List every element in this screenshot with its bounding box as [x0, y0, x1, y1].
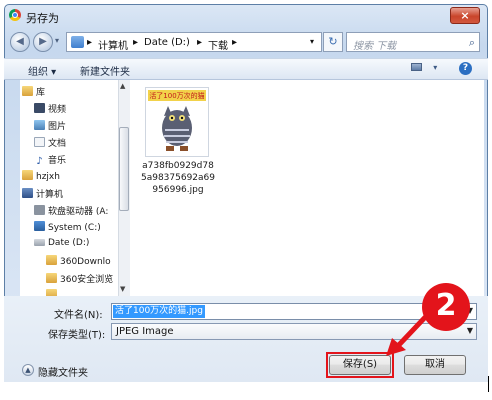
- tree-item-partial[interactable]: [46, 289, 60, 296]
- user-folder-icon: [22, 170, 33, 180]
- tree-item-computer[interactable]: 计算机: [22, 187, 63, 200]
- chrome-app-icon: [9, 9, 21, 21]
- navigation-pane[interactable]: 库 视频 图片 文档 ♪ 音乐 hzjxh 计算机 软盘驱动器 (A: Syste…: [20, 80, 130, 296]
- scroll-down-icon[interactable]: ▼: [120, 285, 125, 293]
- nav-scrollbar-thumb[interactable]: [119, 127, 129, 211]
- forward-button[interactable]: ▶: [33, 32, 53, 52]
- recent-pages-dropdown-icon[interactable]: ▾: [55, 36, 59, 45]
- library-icon: [22, 86, 33, 96]
- computer-icon: [22, 188, 33, 198]
- tree-item-videos[interactable]: 视频: [34, 102, 66, 115]
- back-button[interactable]: ◀: [10, 32, 30, 52]
- window-title: 另存为: [26, 12, 59, 25]
- view-icon: [411, 63, 422, 71]
- music-icon: ♪: [36, 156, 43, 167]
- tree-item-music[interactable]: ♪ 音乐: [34, 153, 66, 167]
- video-icon: [34, 103, 45, 113]
- tree-item-pictures[interactable]: 图片: [34, 119, 66, 132]
- pictures-icon: [34, 120, 45, 130]
- breadcrumb-sep-icon: ▸: [197, 37, 203, 48]
- address-dropdown-icon[interactable]: ▾: [310, 37, 314, 46]
- filename-input[interactable]: 活了100万次的猫.jpg: [113, 305, 205, 318]
- folder-icon: [46, 289, 57, 296]
- step-number-badge: 2: [422, 283, 470, 331]
- breadcrumb-sep-icon: ▸: [87, 37, 93, 48]
- tree-item-library[interactable]: 库: [22, 85, 45, 98]
- organize-menu[interactable]: 组织 ▾: [28, 63, 56, 78]
- tree-item-user[interactable]: hzjxh: [22, 170, 60, 182]
- file-name-label[interactable]: a738fb0929d785a98375692a69956996.jpg: [140, 160, 216, 196]
- refresh-button[interactable]: ↻: [323, 32, 343, 52]
- breadcrumb-sep-icon: ▸: [232, 37, 238, 48]
- folder-icon: [46, 255, 57, 265]
- address-bar[interactable]: ▸ 计算机 ▸ Date (D:) ▸ 下载 ▸ ▾: [66, 32, 322, 52]
- breadcrumb-computer[interactable]: 计算机: [98, 37, 128, 52]
- hide-folders-button[interactable]: 隐藏文件夹: [38, 364, 88, 379]
- tree-item-system-c[interactable]: System (C:): [34, 221, 101, 233]
- folder-icon: [46, 273, 57, 283]
- tree-item-date-d[interactable]: Date (D:): [34, 238, 89, 248]
- documents-icon: [34, 137, 45, 147]
- new-folder-button[interactable]: 新建文件夹: [80, 63, 130, 78]
- text-cursor: [488, 376, 489, 392]
- breadcrumb-sep-icon: ▸: [133, 37, 139, 48]
- drive-icon: [34, 221, 45, 231]
- filetype-value: JPEG Image: [116, 326, 174, 337]
- search-icon[interactable]: ⌕: [469, 36, 475, 50]
- floppy-icon: [34, 205, 45, 215]
- drive-icon: [34, 239, 45, 246]
- breadcrumb-drive-d[interactable]: Date (D:): [144, 37, 190, 48]
- cover-title: 活了100万次的猫: [149, 91, 204, 100]
- hide-folders-icon[interactable]: ▲: [22, 364, 34, 376]
- filename-label: 文件名(N):: [54, 310, 103, 321]
- help-button[interactable]: ?: [459, 62, 472, 75]
- close-button[interactable]: ×: [450, 7, 480, 24]
- change-view-button[interactable]: ▾: [411, 62, 437, 73]
- view-dropdown-icon[interactable]: ▾: [433, 63, 437, 72]
- tree-item-documents[interactable]: 文档: [34, 136, 66, 149]
- cat-book-cover-image: 活了100万次的猫: [148, 90, 206, 154]
- tree-item-360download[interactable]: 360Downlo: [46, 255, 111, 267]
- location-folder-icon: [71, 36, 84, 48]
- search-box[interactable]: 搜索 下载 ⌕: [346, 32, 480, 52]
- scroll-up-icon[interactable]: ▲: [120, 82, 125, 90]
- file-thumbnail[interactable]: 活了100万次的猫: [145, 87, 209, 157]
- tree-item-floppy[interactable]: 软盘驱动器 (A:: [34, 204, 108, 217]
- filetype-dropdown-icon[interactable]: ▼: [467, 326, 473, 335]
- filetype-label: 保存类型(T):: [48, 330, 106, 341]
- breadcrumb-downloads[interactable]: 下载: [208, 37, 228, 52]
- tree-item-360browser[interactable]: 360安全浏览: [46, 272, 113, 285]
- search-input[interactable]: 搜索 下载: [353, 37, 396, 52]
